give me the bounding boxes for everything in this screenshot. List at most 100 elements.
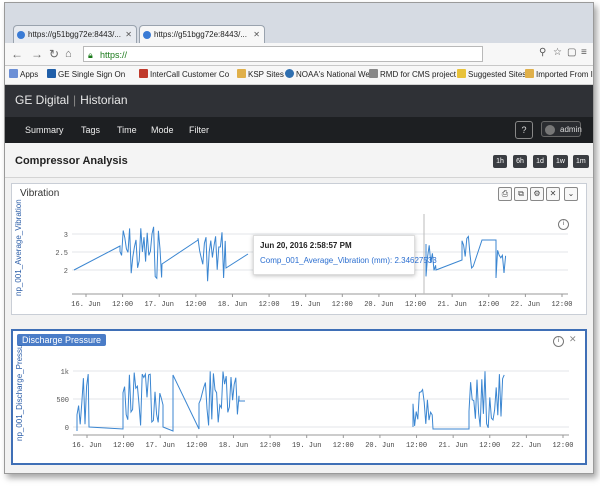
address-bar-row: ← → ↻ ⌂ 🔒︎ https:// ⚲ ☆ ▢ ≡ (5, 43, 593, 66)
x-tick-label: 12:00 (112, 301, 133, 309)
menu-filter[interactable]: Filter (189, 125, 209, 135)
ge-favicon-icon (17, 31, 25, 39)
avatar (545, 125, 555, 135)
y-tick-label: 2.5 (55, 250, 68, 258)
bookmark-apps[interactable]: Apps (9, 69, 38, 81)
extension-icon[interactable]: ▢ (567, 47, 576, 58)
x-tick-label: 12:00 (551, 301, 572, 309)
y-tick-label: 3 (64, 232, 68, 240)
y-tick-label: 2 (64, 268, 68, 276)
x-tick-label: 12:00 (186, 442, 207, 450)
menu-time[interactable]: Time (117, 125, 137, 135)
x-tick-label: 16. Jun (72, 442, 101, 450)
x-tick-label: 20. Jun (364, 301, 393, 309)
browser-tab-1[interactable]: https://g51bgg72e:8443/... ✕ (13, 25, 137, 43)
bookmark-label: Suggested Sites (468, 70, 527, 79)
bookmark-rmd[interactable]: RMD for CMS project (369, 69, 456, 81)
product-name: Historian (80, 93, 128, 107)
page-title-bar: Compressor Analysis 1h 6h 1d 1w 1m (5, 143, 593, 178)
x-tick-label: 19. Jun (291, 301, 320, 309)
bookmark-label: InterCall Customer Co (150, 70, 230, 79)
folder-icon (237, 69, 246, 78)
intercall-icon (139, 69, 148, 78)
url-text: https:// (100, 50, 128, 60)
x-tick-label: 12:00 (260, 442, 281, 450)
discharge-chart[interactable]: 1k 500 0 16. Jun 12:00 17. Jun 12:00 18. Jun 12:… (13, 331, 585, 463)
bookmark-ksp[interactable]: KSP Sites (237, 69, 284, 81)
x-tick-label: 20. Jun (365, 442, 394, 450)
bookmark-label: Imported From IE (536, 70, 594, 79)
tooltip-value: Comp_001_Average_Vibration (mm): 2.34627… (260, 256, 437, 265)
bookmark-label: KSP Sites (248, 70, 284, 79)
range-1w-button[interactable]: 1w (553, 155, 568, 168)
tab-label: https://g51bgg72e:8443/... (28, 30, 121, 39)
bookmarks-bar: Apps GE Single Sign On InterCall Custome… (5, 66, 593, 85)
range-1d-button[interactable]: 1d (533, 155, 547, 168)
browser-tab-2[interactable]: https://g51bgg72e:8443/... ✕ (139, 25, 265, 43)
bookmark-label: GE Single Sign On (58, 70, 126, 79)
x-tick-label: 21. Jun (437, 301, 466, 309)
discharge-pressure-panel[interactable]: Discharge Pressure i ✕ np_001_Discharge_… (11, 329, 587, 465)
help-button[interactable]: ? (515, 121, 533, 139)
bookmark-intercall[interactable]: InterCall Customer Co (139, 69, 229, 81)
page-title: Compressor Analysis (15, 155, 128, 167)
ge-logo-icon (47, 69, 56, 78)
bing-icon (457, 69, 466, 78)
x-tick-label: 17. Jun (145, 301, 174, 309)
back-arrow-icon[interactable]: ← (11, 46, 23, 62)
bookmark-label: RMD for CMS project (380, 70, 457, 79)
home-icon[interactable]: ⌂ (65, 46, 72, 62)
x-tick-label: 12:00 (479, 442, 500, 450)
zoom-icon[interactable]: ⚲ (539, 47, 546, 58)
chart-tooltip: Jun 20, 2016 2:58:57 PM Comp_001_Average… (253, 235, 437, 275)
x-tick-label: 12:00 (405, 301, 426, 309)
url-field[interactable]: 🔒︎ https:// (83, 46, 483, 62)
tooltip-timestamp: Jun 20, 2016 2:58:57 PM (260, 241, 352, 250)
menu-icon[interactable]: ≡ (581, 47, 587, 58)
x-tick-label: 12:00 (478, 301, 499, 309)
close-icon[interactable]: ✕ (125, 26, 132, 43)
x-tick-label: 12:00 (113, 442, 134, 450)
x-tick-label: 21. Jun (438, 442, 467, 450)
x-tick-label: 12:00 (259, 301, 280, 309)
star-icon[interactable]: ☆ (553, 47, 562, 58)
user-name: admin (560, 125, 582, 134)
brand-divider: | (73, 93, 77, 107)
menu-tags[interactable]: Tags (81, 125, 100, 135)
bookmark-suggested[interactable]: Suggested Sites (457, 69, 526, 81)
range-1h-button[interactable]: 1h (493, 155, 507, 168)
x-tick-label: 22. Jun (512, 442, 541, 450)
bookmark-ge-sso[interactable]: GE Single Sign On (47, 69, 125, 81)
folder-icon (525, 69, 534, 78)
x-tick-label: 18. Jun (218, 301, 247, 309)
tab-label: https://g51bgg72e:8443/... (154, 30, 247, 39)
lock-icon: 🔒︎ (88, 50, 93, 60)
brand-name: GE Digital (15, 93, 70, 107)
range-6h-button[interactable]: 6h (513, 155, 527, 168)
x-tick-label: 12:00 (185, 301, 206, 309)
reload-icon[interactable]: ↻ (49, 46, 59, 62)
x-tick-label: 19. Jun (292, 442, 321, 450)
tab-strip: https://g51bgg72e:8443/... ✕ https://g51… (5, 3, 593, 43)
bookmark-imported[interactable]: Imported From IE (525, 69, 594, 81)
y-tick-label: 500 (56, 397, 69, 405)
bookmark-noaa[interactable]: NOAA's National Wea (285, 69, 374, 81)
menu-summary[interactable]: Summary (25, 125, 64, 135)
menu-mode[interactable]: Mode (151, 125, 174, 135)
close-icon[interactable]: ✕ (253, 26, 260, 43)
x-tick-label: 12:00 (333, 442, 354, 450)
page-icon (369, 69, 378, 78)
x-tick-label: 17. Jun (146, 442, 175, 450)
forward-arrow-icon[interactable]: → (31, 46, 43, 62)
x-tick-label: 12:00 (406, 442, 427, 450)
range-1m-button[interactable]: 1m (573, 155, 589, 168)
x-tick-label: 16. Jun (71, 301, 100, 309)
user-menu-button[interactable]: admin (541, 121, 582, 137)
x-tick-label: 12:00 (332, 301, 353, 309)
x-tick-label: 18. Jun (219, 442, 248, 450)
x-tick-label: 12:00 (552, 442, 573, 450)
ge-favicon-icon (143, 31, 151, 39)
x-tick-label: 22. Jun (511, 301, 540, 309)
y-tick-label: 0 (65, 425, 69, 433)
app-menubar: Summary Tags Time Mode Filter ? admin (5, 117, 593, 143)
